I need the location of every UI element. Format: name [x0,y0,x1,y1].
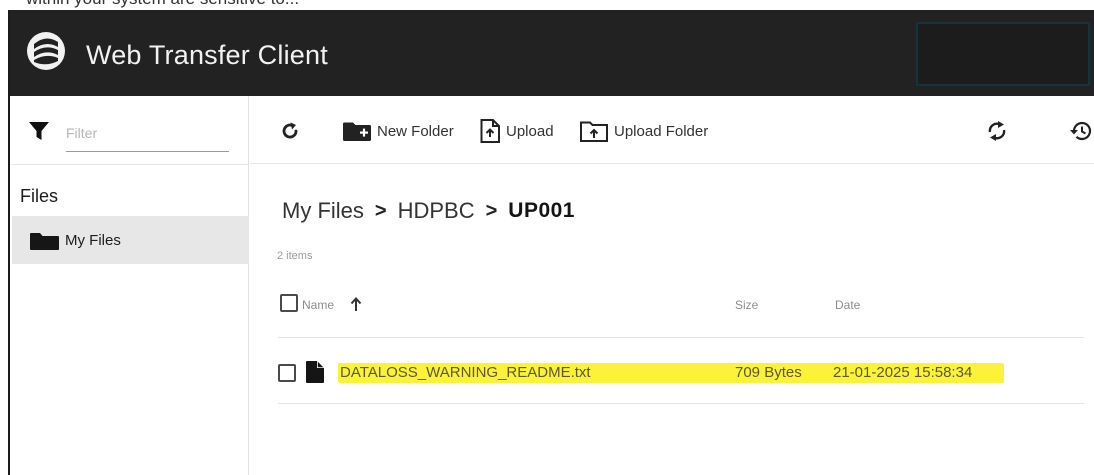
toolbar: New Folder Upload Upload Folder [250,96,1094,164]
upload-folder-label: Upload Folder [614,122,709,140]
upload-label: Upload [506,122,554,140]
file-size: 709 Bytes [735,364,802,381]
filter-input[interactable] [66,118,229,152]
breadcrumb-current: UP001 [508,199,575,222]
upload-folder-button[interactable]: Upload Folder [580,118,708,144]
sidebar-section-title: Files [20,186,59,206]
sidebar: Files My Files [12,96,249,475]
refresh-button[interactable] [280,118,300,144]
frame-left-border [0,10,10,475]
clipped-top-text: within your system are sensitive to... [26,0,299,9]
file-table-header: Name Size Date [278,294,1084,338]
folder-icon [30,233,59,250]
filter-icon [29,122,49,140]
upload-button[interactable]: Upload [480,118,554,144]
history-icon [1070,121,1092,141]
table-row[interactable]: DATALOSS_WARNING_README.txt 709 Bytes 21… [278,338,1084,404]
sidebar-item-my-files[interactable]: My Files [12,216,249,264]
column-header-name[interactable]: Name [302,298,334,312]
item-count: 2 items [277,250,313,262]
client-logo-icon [27,32,65,70]
sync-button[interactable] [986,118,1008,144]
chevron-right-icon: > [485,199,498,222]
column-header-size[interactable]: Size [735,298,758,312]
app-title: Web Transfer Client [86,40,328,70]
column-header-date[interactable]: Date [835,298,860,312]
upload-file-icon [480,119,500,143]
new-folder-button[interactable]: New Folder [343,118,454,144]
history-button[interactable] [1068,118,1094,144]
sidebar-divider [12,164,249,165]
upload-folder-icon [580,121,608,142]
breadcrumb-my-files[interactable]: My Files [282,198,364,224]
sort-ascending-icon [350,297,362,311]
chevron-right-icon: > [374,199,387,222]
header-account-box[interactable] [916,22,1090,86]
file-name[interactable]: DATALOSS_WARNING_README.txt [340,364,591,381]
refresh-icon [282,122,298,139]
sync-icon [988,121,1006,141]
breadcrumb: My Files > HDPBC > UP001 [282,198,575,224]
new-folder-icon [343,122,371,141]
new-folder-label: New Folder [377,122,454,140]
clipped-top-strip: within your system are sensitive to... [0,0,1094,10]
sidebar-item-label: My Files [65,232,121,249]
breadcrumb-hdpbc[interactable]: HDPBC [398,198,475,224]
app-header: Web Transfer Client [10,10,1094,96]
file-date: 21-01-2025 15:58:34 [833,364,973,381]
select-all-checkbox[interactable] [280,294,298,312]
file-icon [306,361,324,383]
row-checkbox[interactable] [278,364,296,382]
